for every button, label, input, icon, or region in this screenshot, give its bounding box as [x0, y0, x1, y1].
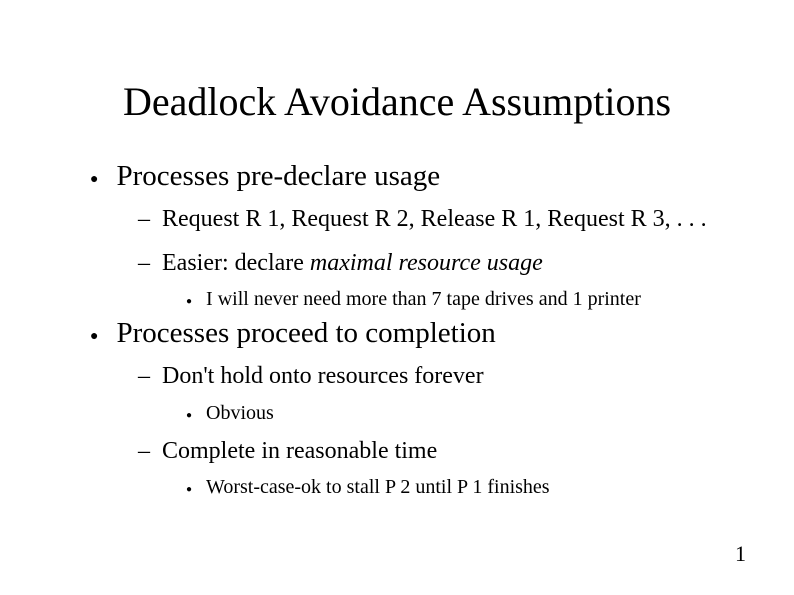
bullet-level1: ● Processes proceed to completion: [90, 317, 734, 350]
bullet-text: Complete in reasonable time: [162, 435, 437, 469]
bullet-level2: – Don't hold onto resources forever: [138, 360, 734, 394]
bullet-level2: – Complete in reasonable time: [138, 435, 734, 469]
disc-bullet-icon: ●: [90, 329, 98, 345]
text-run: Easier: declare: [162, 250, 310, 276]
disc-bullet-icon: ●: [90, 172, 98, 188]
bullet-text: Request R 1, Request R 2, Release R 1, R…: [162, 203, 707, 237]
dash-bullet-icon: –: [138, 203, 150, 237]
bullet-text: Don't hold onto resources forever: [162, 360, 484, 394]
bullet-text: Obvious: [206, 402, 274, 425]
bullet-level3: ● Obvious: [186, 402, 734, 425]
bullet-level2: – Request R 1, Request R 2, Release R 1,…: [138, 203, 734, 237]
bullet-level3: ● I will never need more than 7 tape dri…: [186, 288, 734, 311]
page-number: 1: [735, 541, 746, 567]
disc-bullet-icon: ●: [186, 296, 192, 307]
dash-bullet-icon: –: [138, 247, 150, 281]
bullet-text: I will never need more than 7 tape drive…: [206, 288, 641, 311]
disc-bullet-icon: ●: [186, 410, 192, 421]
bullet-text: Easier: declare maximal resource usage: [162, 247, 543, 281]
dash-bullet-icon: –: [138, 360, 150, 394]
bullet-text: Processes proceed to completion: [116, 317, 495, 350]
bullet-level2: – Easier: declare maximal resource usage: [138, 247, 734, 281]
bullet-level1: ● Processes pre-declare usage: [90, 160, 734, 193]
slide-content: ● Processes pre-declare usage – Request …: [90, 160, 734, 505]
bullet-level3: ● Worst-case-ok to stall P 2 until P 1 f…: [186, 476, 734, 499]
slide: Deadlock Avoidance Assumptions ● Process…: [0, 0, 794, 595]
slide-title: Deadlock Avoidance Assumptions: [0, 78, 794, 125]
bullet-text: Processes pre-declare usage: [116, 160, 440, 193]
dash-bullet-icon: –: [138, 435, 150, 469]
italic-text: maximal resource usage: [310, 250, 543, 276]
disc-bullet-icon: ●: [186, 484, 192, 495]
bullet-text: Worst-case-ok to stall P 2 until P 1 fin…: [206, 476, 550, 499]
